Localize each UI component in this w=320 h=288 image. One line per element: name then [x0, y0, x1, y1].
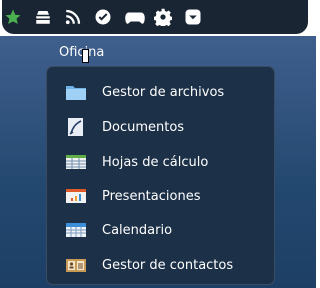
- menu-item-label: Gestor de contactos: [102, 257, 234, 273]
- menu-item-contacts[interactable]: Gestor de contactos: [47, 248, 274, 282]
- contacts-icon: [65, 255, 87, 275]
- folder-icon: [65, 82, 87, 102]
- office-submenu: Gestor de archivos Documentos Hojas de c…: [46, 66, 275, 285]
- check-circle-icon[interactable]: [94, 8, 112, 26]
- menu-item-label: Presentaciones: [102, 188, 201, 204]
- menu-item-label: Documentos: [102, 119, 185, 135]
- menu-item-documents[interactable]: Documentos: [47, 110, 274, 144]
- menu-item-file-manager[interactable]: Gestor de archivos: [47, 75, 274, 109]
- document-icon: [65, 117, 87, 137]
- menu-item-spreadsheets[interactable]: Hojas de cálculo: [47, 145, 274, 179]
- menu-item-label: Calendario: [102, 222, 173, 238]
- menu-item-label: Hojas de cálculo: [102, 154, 209, 170]
- menu-item-presentations[interactable]: Presentaciones: [47, 179, 274, 213]
- rss-feed-icon[interactable]: [64, 8, 82, 26]
- chevron-down-box-icon[interactable]: [184, 8, 202, 26]
- top-bar: [2, 0, 308, 34]
- text-cursor: [82, 49, 89, 63]
- gamepad-icon[interactable]: [124, 8, 146, 26]
- spreadsheet-icon: [65, 152, 87, 172]
- presentation-icon: [65, 186, 87, 206]
- gear-icon[interactable]: [154, 8, 172, 26]
- menu-item-calendar[interactable]: Calendario: [47, 213, 274, 247]
- inbox-icon[interactable]: [34, 8, 52, 26]
- star-icon[interactable]: [4, 8, 22, 26]
- calendar-icon: [65, 220, 87, 240]
- top-panel: [0, 0, 316, 36]
- menu-item-label: Gestor de archivos: [102, 84, 225, 100]
